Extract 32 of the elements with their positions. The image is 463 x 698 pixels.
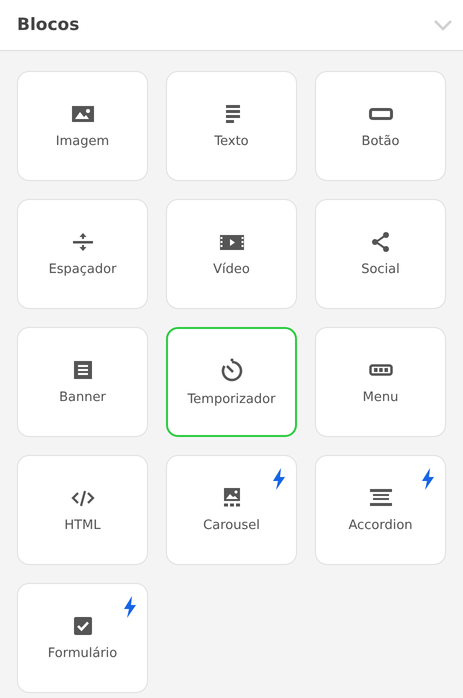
block-label: Formulário	[48, 646, 118, 660]
block-card[interactable]: Vídeo	[166, 199, 297, 309]
block-card[interactable]: Botão	[315, 71, 446, 181]
block-label: Banner	[59, 390, 106, 404]
timer-icon	[220, 358, 244, 382]
panel-title: Blocos	[17, 15, 80, 35]
spacer-icon	[70, 232, 94, 252]
block-label: Botão	[362, 134, 400, 148]
block-card[interactable]: Temporizador	[166, 327, 297, 437]
block-label: Espaçador	[48, 262, 116, 276]
block-label: Texto	[214, 134, 249, 148]
chevron-icon[interactable]	[433, 19, 453, 31]
block-label: Social	[361, 262, 400, 276]
image-icon	[70, 104, 94, 124]
block-card[interactable]: Texto	[166, 71, 297, 181]
block-card[interactable]: Social	[315, 199, 446, 309]
block-card[interactable]: Banner	[17, 327, 148, 437]
block-label: HTML	[64, 518, 101, 532]
block-card[interactable]: Carousel	[166, 455, 297, 565]
accordion-icon	[368, 488, 392, 508]
block-label: Vídeo	[213, 262, 250, 276]
block-label: Temporizador	[188, 392, 276, 406]
block-card[interactable]: HTML	[17, 455, 148, 565]
block-card[interactable]: Menu	[315, 327, 446, 437]
block-label: Accordion	[348, 518, 413, 532]
block-card[interactable]: Espaçador	[17, 199, 148, 309]
block-label: Imagem	[56, 134, 110, 148]
block-card[interactable]: Imagem	[17, 71, 148, 181]
block-label: Carousel	[203, 518, 260, 532]
block-label: Menu	[362, 390, 398, 404]
block-card[interactable]: Formulário	[17, 583, 148, 693]
block-card[interactable]: Accordion	[315, 455, 446, 565]
